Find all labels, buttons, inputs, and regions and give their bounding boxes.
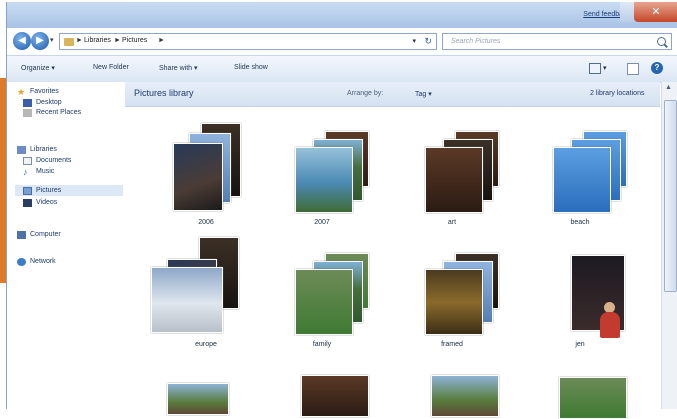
sidebar-item-label: Pictures — [36, 187, 62, 194]
folder-item[interactable]: europe — [147, 235, 239, 351]
recent-pages-dropdown[interactable]: ▾ — [50, 36, 54, 44]
libraries-icon — [17, 146, 26, 154]
sidebar-item-label: Libraries — [30, 146, 57, 153]
sidebar-item-label: Recent Places — [36, 109, 82, 116]
folder-label: 2007 — [314, 219, 330, 226]
explorer-window: Send feedback ✕ ◀ ▶ ▾ ► Libraries ► Pict… — [6, 2, 677, 419]
photo-stack — [407, 113, 499, 213]
photo-stack — [407, 235, 499, 335]
maximize-button[interactable] — [620, 2, 634, 22]
folder-label: framed — [441, 341, 463, 348]
sidebar-item-label: Favorites — [30, 88, 59, 95]
folder-item[interactable]: framed — [407, 235, 499, 351]
folder-item[interactable]: family — [277, 235, 369, 351]
thumbnail-photo — [151, 267, 223, 333]
sidebar-item-label: Documents — [36, 157, 72, 164]
breadcrumb-separator: ► — [114, 37, 121, 44]
organize-button[interactable]: Organize ▾ — [21, 64, 55, 72]
photo-stack — [161, 113, 251, 213]
thumbnail-photo — [425, 147, 483, 213]
folder-label: 2006 — [198, 219, 214, 226]
thumbnail-photo — [167, 383, 229, 415]
breadcrumb-libraries[interactable]: Libraries — [84, 37, 111, 44]
navigation-pane: ★ Favorites Desktop Recent Places Librar… — [7, 82, 126, 409]
title-bar: Send feedback ✕ — [7, 2, 677, 28]
star-icon: ★ — [17, 87, 26, 97]
folder-item-partial[interactable] — [147, 369, 237, 415]
folder-label: beach — [570, 219, 590, 226]
folder-item[interactable]: art — [407, 113, 499, 229]
breadcrumb-separator: ► — [76, 37, 83, 44]
share-with-button[interactable]: Share with ▾ — [159, 64, 198, 72]
forward-button[interactable]: ▶ — [31, 32, 49, 50]
photo-stack — [277, 235, 369, 335]
person-figure — [600, 312, 620, 338]
command-toolbar: Organize ▾ New Folder Share with ▾ Slide… — [7, 55, 677, 83]
documents-icon — [23, 157, 32, 165]
preview-pane-icon[interactable] — [627, 63, 639, 75]
thumbnail-photo — [425, 269, 483, 335]
search-placeholder: Search Pictures — [451, 38, 501, 45]
folder-label: jen — [575, 341, 585, 348]
breadcrumb-pictures[interactable]: Pictures — [122, 37, 147, 44]
breadcrumb-separator: ► — [158, 37, 165, 44]
close-button[interactable]: ✕ — [634, 2, 677, 22]
thumbnail-photo — [295, 147, 353, 213]
sidebar-item-label: Desktop — [36, 99, 62, 106]
library-locations-link[interactable]: 2 library locations — [590, 90, 644, 97]
sidebar-item-label: Music — [36, 168, 55, 175]
pictures-icon — [23, 187, 32, 195]
photo-stack — [147, 235, 239, 335]
computer-icon — [17, 231, 26, 239]
photo-stack — [277, 113, 369, 213]
folder-grid: 2006 2007 art beach europe family framed… — [125, 107, 661, 419]
search-icon[interactable] — [657, 37, 666, 46]
back-button[interactable]: ◀ — [13, 32, 31, 50]
thumbnail-photo — [553, 147, 611, 213]
scroll-up-icon[interactable]: ▲ — [665, 84, 672, 91]
videos-icon — [23, 199, 32, 207]
refresh-icon[interactable]: ↻ — [424, 36, 432, 47]
folder-item[interactable]: jen — [535, 235, 625, 351]
library-title: Pictures library — [134, 88, 194, 98]
thumbnail-photo — [295, 269, 353, 335]
sidebar-item-label: Computer — [30, 231, 61, 238]
thumbnail-photo — [173, 143, 223, 211]
folder-item[interactable]: 2006 — [161, 113, 251, 229]
thumbnail-photo — [431, 375, 499, 417]
desktop-icon — [23, 99, 32, 107]
folder-label: family — [312, 341, 332, 348]
library-header: Pictures library Arrange by: Tag ▾ 2 lib… — [125, 82, 660, 107]
address-dropdown[interactable]: ▾ — [412, 37, 416, 45]
sidebar-item-label: Videos — [36, 199, 58, 206]
recent-places-icon — [23, 109, 32, 117]
network-icon — [17, 258, 26, 266]
folder-item-partial[interactable] — [277, 369, 369, 417]
thumbnail-photo — [301, 375, 369, 417]
help-icon[interactable]: ? — [651, 62, 663, 74]
arrange-by-label: Arrange by: — [347, 90, 384, 97]
view-dropdown[interactable]: ▾ — [603, 64, 607, 72]
view-icon[interactable] — [589, 63, 601, 74]
folder-label: europe — [195, 341, 217, 348]
folder-item-partial[interactable] — [535, 369, 627, 419]
scroll-thumb[interactable] — [664, 100, 677, 292]
slide-show-button[interactable]: Slide show — [234, 64, 268, 71]
search-input[interactable]: Search Pictures — [442, 33, 672, 50]
music-icon: ♪ — [23, 167, 28, 177]
thumbnail-photo — [571, 255, 625, 338]
arrange-by-dropdown[interactable]: Tag ▾ — [415, 90, 432, 98]
photo-stack — [535, 113, 627, 213]
vertical-scrollbar[interactable]: ▲ — [661, 82, 677, 409]
folder-item-partial[interactable] — [407, 369, 499, 417]
folder-item[interactable]: 2007 — [277, 113, 369, 229]
photo-stack — [535, 235, 625, 338]
folder-item[interactable]: beach — [535, 113, 627, 229]
sidebar-item-label: Network — [30, 258, 56, 265]
folder-icon — [64, 38, 74, 46]
folder-label: art — [447, 219, 457, 226]
thumbnail-photo — [559, 377, 627, 419]
new-folder-button[interactable]: New Folder — [93, 64, 129, 71]
address-bar[interactable]: ► Libraries ► Pictures ► ▾ ↻ — [59, 33, 437, 50]
